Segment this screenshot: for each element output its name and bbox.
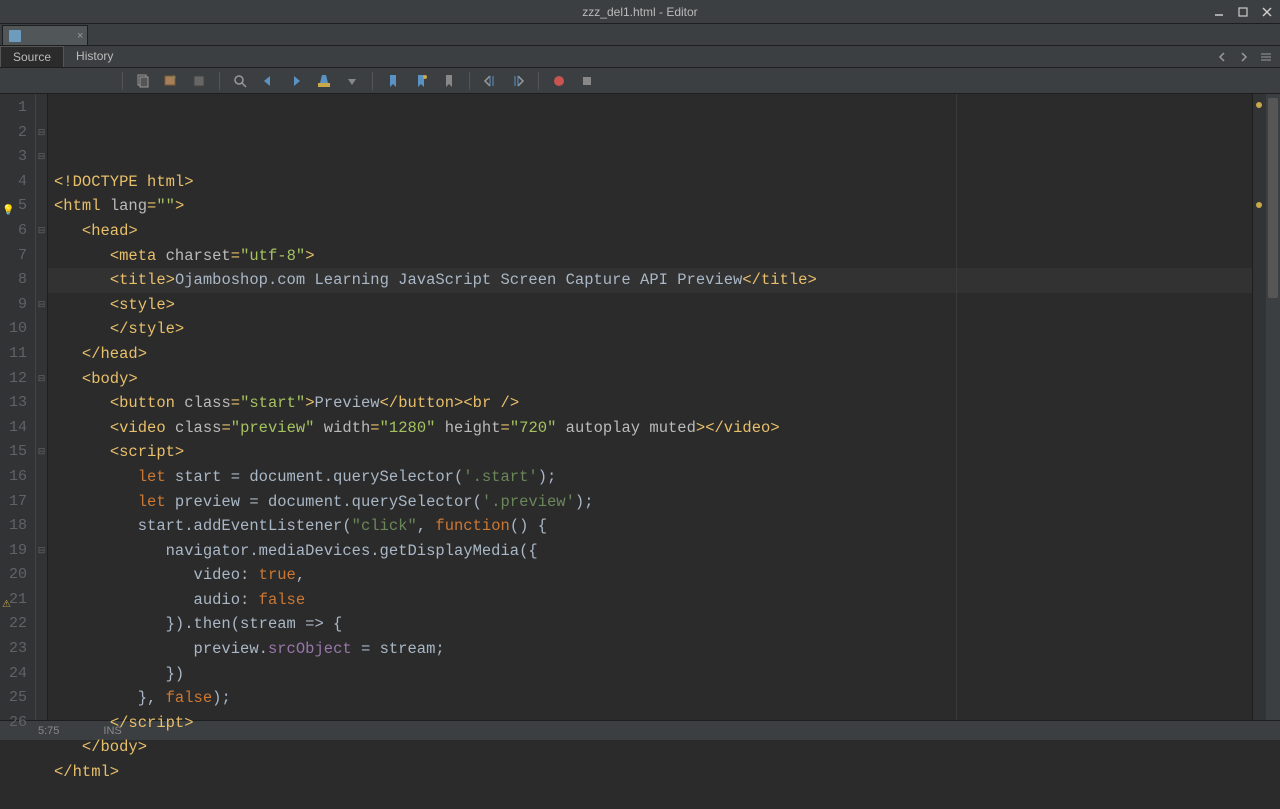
scrollbar-thumb[interactable] <box>1268 98 1278 298</box>
lint-marker-icon <box>1256 202 1262 208</box>
tool-bookmark-next-icon[interactable] <box>409 70 433 92</box>
code-line[interactable]: }) <box>54 662 1252 687</box>
code-line[interactable]: navigator.mediaDevices.getDisplayMedia({ <box>54 539 1252 564</box>
code-line[interactable]: <button class="start">Preview</button><b… <box>54 391 1252 416</box>
tool-icon-3[interactable] <box>187 70 211 92</box>
tool-prev-icon[interactable] <box>256 70 280 92</box>
titlebar: zzz_del1.html - Editor <box>0 0 1280 24</box>
maximize-button[interactable] <box>1234 4 1252 20</box>
code-area[interactable]: <!DOCTYPE html><html lang=""> <head> <me… <box>48 94 1252 720</box>
window-controls <box>1210 4 1276 20</box>
nav-arrows <box>1212 48 1280 66</box>
code-line[interactable]: <script> <box>54 440 1252 465</box>
tool-bookmark-toggle-icon[interactable] <box>437 70 461 92</box>
code-line[interactable]: let preview = document.querySelector('.p… <box>54 490 1252 515</box>
tab-source[interactable]: Source <box>0 46 64 67</box>
close-tab-icon[interactable]: × <box>77 30 83 42</box>
file-tabs: × <box>0 24 1280 46</box>
separator <box>122 72 123 90</box>
separator <box>538 72 539 90</box>
code-line[interactable]: preview.srcObject = stream; <box>54 637 1252 662</box>
tab-history[interactable]: History <box>64 46 125 67</box>
html-file-icon <box>9 30 21 42</box>
separator <box>219 72 220 90</box>
tool-find-icon[interactable] <box>228 70 252 92</box>
code-line[interactable]: </head> <box>54 342 1252 367</box>
separator <box>469 72 470 90</box>
code-line[interactable]: <body> <box>54 367 1252 392</box>
code-line[interactable]: <head> <box>54 219 1252 244</box>
code-line[interactable]: <video class="preview" width="1280" heig… <box>54 416 1252 441</box>
view-tabs-row: Source History <box>0 46 1280 68</box>
scrollbar-track[interactable] <box>1266 94 1280 720</box>
tool-record-icon[interactable] <box>547 70 571 92</box>
code-line[interactable]: <meta charset="utf-8"> <box>54 244 1252 269</box>
nav-list-icon[interactable] <box>1256 48 1276 66</box>
code-line[interactable]: audio: false <box>54 588 1252 613</box>
code-line[interactable] <box>54 785 1252 809</box>
error-stripe <box>1252 94 1266 720</box>
tool-next-icon[interactable] <box>284 70 308 92</box>
toolbar <box>0 68 1280 94</box>
fold-gutter[interactable]: ⊟⊟⊟⊟⊟⊟⊟ <box>36 94 48 720</box>
lint-marker-icon <box>1256 102 1262 108</box>
code-line[interactable]: }, false); <box>54 686 1252 711</box>
code-line[interactable]: start.addEventListener("click", function… <box>54 514 1252 539</box>
code-line[interactable]: </body> <box>54 735 1252 760</box>
code-line[interactable]: }).then(stream => { <box>54 612 1252 637</box>
code-line[interactable]: video: true, <box>54 563 1252 588</box>
minimize-button[interactable] <box>1210 4 1228 20</box>
code-line[interactable]: let start = document.querySelector('.sta… <box>54 465 1252 490</box>
line-number-gutter: 12345💡6789101112131415161718192021⚠22232… <box>0 94 36 720</box>
separator <box>372 72 373 90</box>
tool-highlight-icon[interactable] <box>312 70 336 92</box>
tool-bookmark-prev-icon[interactable] <box>381 70 405 92</box>
tool-dropdown-icon[interactable] <box>340 70 364 92</box>
window-title: zzz_del1.html - Editor <box>582 5 697 19</box>
tool-shift-left-icon[interactable] <box>478 70 502 92</box>
right-margin-line <box>956 94 957 720</box>
nav-back-icon[interactable] <box>1212 48 1232 66</box>
view-tabs: Source History <box>0 46 125 67</box>
code-line[interactable]: </html> <box>54 760 1252 785</box>
tool-stop-icon[interactable] <box>575 70 599 92</box>
code-line[interactable]: <html lang=""> <box>54 194 1252 219</box>
tool-icon-1[interactable] <box>131 70 155 92</box>
close-button[interactable] <box>1258 4 1276 20</box>
file-tab-active[interactable]: × <box>2 25 88 45</box>
code-line[interactable]: </script> <box>54 711 1252 736</box>
code-line[interactable]: <style> <box>54 293 1252 318</box>
nav-forward-icon[interactable] <box>1234 48 1254 66</box>
code-line[interactable]: <!DOCTYPE html> <box>54 170 1252 195</box>
code-line[interactable]: </style> <box>54 317 1252 342</box>
tool-shift-right-icon[interactable] <box>506 70 530 92</box>
tool-icon-2[interactable] <box>159 70 183 92</box>
code-line[interactable]: <title>Ojamboshop.com Learning JavaScrip… <box>48 268 1252 293</box>
editor[interactable]: 12345💡6789101112131415161718192021⚠22232… <box>0 94 1280 720</box>
